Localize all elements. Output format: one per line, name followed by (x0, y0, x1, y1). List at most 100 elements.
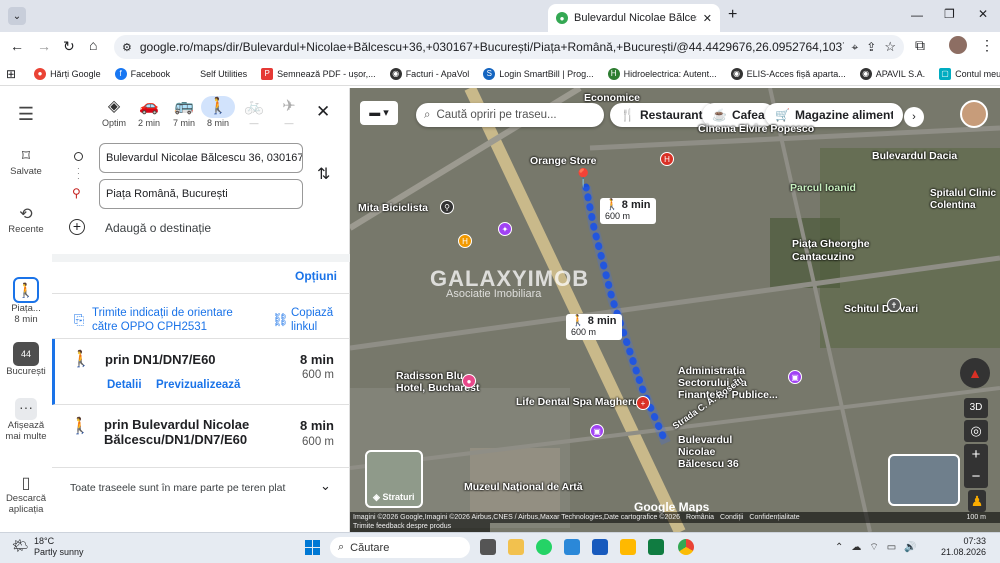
mode-transit[interactable]: 🚌 7 min (167, 96, 201, 128)
bookmark-facturi[interactable]: ◉ Facturi - ApaVol (384, 67, 476, 80)
location-icon[interactable]: ⌖ (852, 40, 859, 55)
feedback-link[interactable]: Trimite feedback despre produs (350, 523, 490, 532)
mode-best[interactable]: ◈ Optim (97, 96, 131, 128)
home-icon[interactable]: ⌂ (89, 37, 97, 53)
government-pin-icon[interactable]: ▣ (788, 370, 802, 384)
walk-time-badge-alt[interactable]: 🚶 8 min 600 m (566, 314, 622, 340)
walk-time-badge[interactable]: 🚶 8 min 600 m (600, 198, 656, 224)
profile-avatar[interactable] (949, 36, 967, 54)
bookmark-apavil[interactable]: ◉ APAVIL S.A. (854, 67, 931, 80)
send-to-phone-link[interactable]: Trimite indicații de orientare către OPP… (92, 306, 242, 334)
bookmark-star-icon[interactable]: ☆ (884, 39, 904, 55)
saved-button[interactable]: ⌑ Salvate (0, 146, 52, 177)
bookmark-facebook[interactable]: f Facebook (109, 67, 177, 80)
origin-input[interactable]: Bulevardul Nicolae Bălcescu 36, 030167 (99, 143, 303, 173)
forward-arrow-icon[interactable]: → (37, 38, 51, 54)
bookmark-contul-meu[interactable]: ▢ Contul meu (933, 67, 1000, 80)
new-tab-button[interactable]: + (728, 6, 737, 24)
close-directions-icon[interactable]: ✕ (316, 102, 330, 122)
apps-grid-icon[interactable]: ⊞ (6, 67, 16, 81)
bike-pin-icon[interactable]: ⚲ (440, 200, 454, 214)
chips-next-icon[interactable]: › (904, 107, 924, 127)
privacy-link[interactable]: Confidențialitate (749, 514, 799, 521)
zoom-out-button[interactable]: − (964, 466, 988, 488)
hamburger-menu-icon[interactable]: ☰ (0, 104, 52, 125)
task-view-icon[interactable] (480, 539, 496, 555)
mode-driving[interactable]: 🚗 2 min (132, 96, 166, 128)
excel-icon[interactable] (648, 539, 664, 555)
weather-widget[interactable]: 18°C Partly sunny (34, 536, 84, 558)
minimize-icon[interactable]: — (911, 8, 923, 22)
word-icon[interactable] (592, 539, 608, 555)
shopping-pin-icon[interactable]: ● (462, 374, 476, 388)
swap-directions-icon[interactable]: ⇅ (317, 164, 330, 184)
church-pin-icon[interactable]: ✝ (887, 298, 901, 312)
back-arrow-icon[interactable]: ← (10, 38, 24, 54)
expand-chevron-icon[interactable]: ⌄ (320, 478, 331, 494)
route-option-2[interactable]: 🚶 prin Bulevardul Nicolae Bălcescu/DN1/D… (52, 406, 350, 468)
whatsapp-icon[interactable] (536, 539, 552, 555)
mode-flight[interactable]: ✈ — (272, 96, 306, 128)
clinic-pin-icon[interactable]: + (636, 396, 650, 410)
bookmark-smartbill[interactable]: S Login SmartBill | Prog... (477, 67, 599, 80)
compass-icon[interactable]: ▲ (960, 358, 990, 388)
map-view-dropdown[interactable]: ▬ ▾ (360, 101, 398, 125)
window-close-icon[interactable]: ✕ (978, 7, 988, 21)
site-settings-icon[interactable]: ⚙ (122, 41, 132, 54)
clock[interactable]: 07:33 21.08.2026 (926, 536, 986, 558)
map-canvas[interactable]: ▬ ▾ ⌕ Caută opriri pe traseu... 🍴 Restaur… (350, 88, 1000, 532)
bookmark-semneaza-pdf[interactable]: P Semnează PDF - ușor,... (255, 67, 382, 80)
copy-link-button[interactable]: Copiază linkul (291, 306, 341, 334)
bookmark-elis[interactable]: ◉ ELIS-Acces fișă aparta... (725, 67, 852, 80)
address-bar[interactable]: ⚙ google.ro/maps/dir/Bulevardul+Nicolae+… (114, 35, 904, 59)
tab-search-chevron-icon[interactable]: ⌄ (8, 7, 26, 25)
add-destination-icon[interactable]: + (69, 219, 85, 235)
bookmark-hidroelectrica[interactable]: H Hidroelectrica: Autent... (602, 67, 723, 80)
download-app-button[interactable]: ▯ Descarcă aplicația (0, 473, 52, 515)
options-button[interactable]: Opțiuni (295, 269, 337, 283)
file-explorer-icon[interactable] (508, 539, 524, 555)
user-avatar[interactable] (960, 100, 988, 128)
system-tray-icons[interactable]: ⌃☁⌔▭🔊 (835, 541, 925, 554)
scale-bar[interactable]: 100 m (967, 514, 986, 521)
active-tab[interactable]: ● Bulevardul Nicolae Bălcescu 36 că ✕ (548, 4, 720, 32)
search-along-route-input[interactable]: ⌕ Caută opriri pe traseu... (416, 103, 604, 127)
restore-icon[interactable]: ❐ (944, 7, 955, 21)
extensions-icon[interactable]: ⧉ (915, 37, 925, 54)
mode-cycling[interactable]: 🚲 — (237, 96, 271, 128)
zoom-in-button[interactable]: + (964, 444, 988, 466)
menu-kebab-icon[interactable]: ⋮ (980, 37, 994, 54)
reload-icon[interactable]: ↻ (63, 38, 75, 55)
edge-icon[interactable] (564, 539, 580, 555)
hotel-pin-icon[interactable]: H (458, 234, 472, 248)
route-option-1[interactable]: 🚶 prin DN1/DN7/E60 8 min 600 m Detalii P… (52, 339, 350, 405)
recent-place-piata[interactable]: 🚶 Piața... 8 min (0, 277, 52, 325)
preview-button[interactable]: Previzualizează (156, 379, 240, 391)
destination-marker-icon[interactable]: 📍 (572, 168, 594, 189)
hospital-pin-icon[interactable]: H (660, 152, 674, 166)
pegman-icon[interactable]: ♟ (968, 490, 986, 512)
folder-icon[interactable] (620, 539, 636, 555)
chrome-icon[interactable] (678, 539, 694, 555)
close-tab-icon[interactable]: ✕ (703, 12, 712, 25)
show-more-button[interactable]: ··· Afișează mai multe (0, 398, 52, 442)
details-button[interactable]: Detalii (107, 379, 142, 391)
add-destination-button[interactable]: Adaugă o destinație (105, 221, 211, 235)
share-icon[interactable]: ⇪ (866, 40, 876, 54)
bookmark-harti-google[interactable]: ● Hărți Google (28, 67, 107, 80)
taskbar-search[interactable]: ⌕ Căutare (330, 537, 470, 558)
windows-start-icon[interactable] (305, 540, 320, 555)
my-location-icon[interactable]: ◎ (964, 420, 988, 442)
recent-button[interactable]: ⟲ Recente (0, 204, 52, 235)
theater-pin-icon[interactable]: ✦ (498, 222, 512, 236)
street-view-preview[interactable] (888, 454, 960, 506)
terms-link[interactable]: Condiții (720, 514, 743, 521)
destination-input[interactable]: Piața Română, București (99, 179, 303, 209)
layers-button[interactable]: ◈ Straturi (365, 450, 423, 508)
country-link[interactable]: România (686, 514, 714, 521)
bookmark-self-utilities[interactable]: Self Utilities (178, 67, 253, 80)
tilt-3d-button[interactable]: 3D (964, 398, 988, 418)
museum-pin-icon[interactable]: ▣ (590, 424, 604, 438)
mode-walking[interactable]: 🚶 8 min (201, 96, 235, 128)
recent-place-bucuresti[interactable]: 44 București (0, 342, 52, 377)
